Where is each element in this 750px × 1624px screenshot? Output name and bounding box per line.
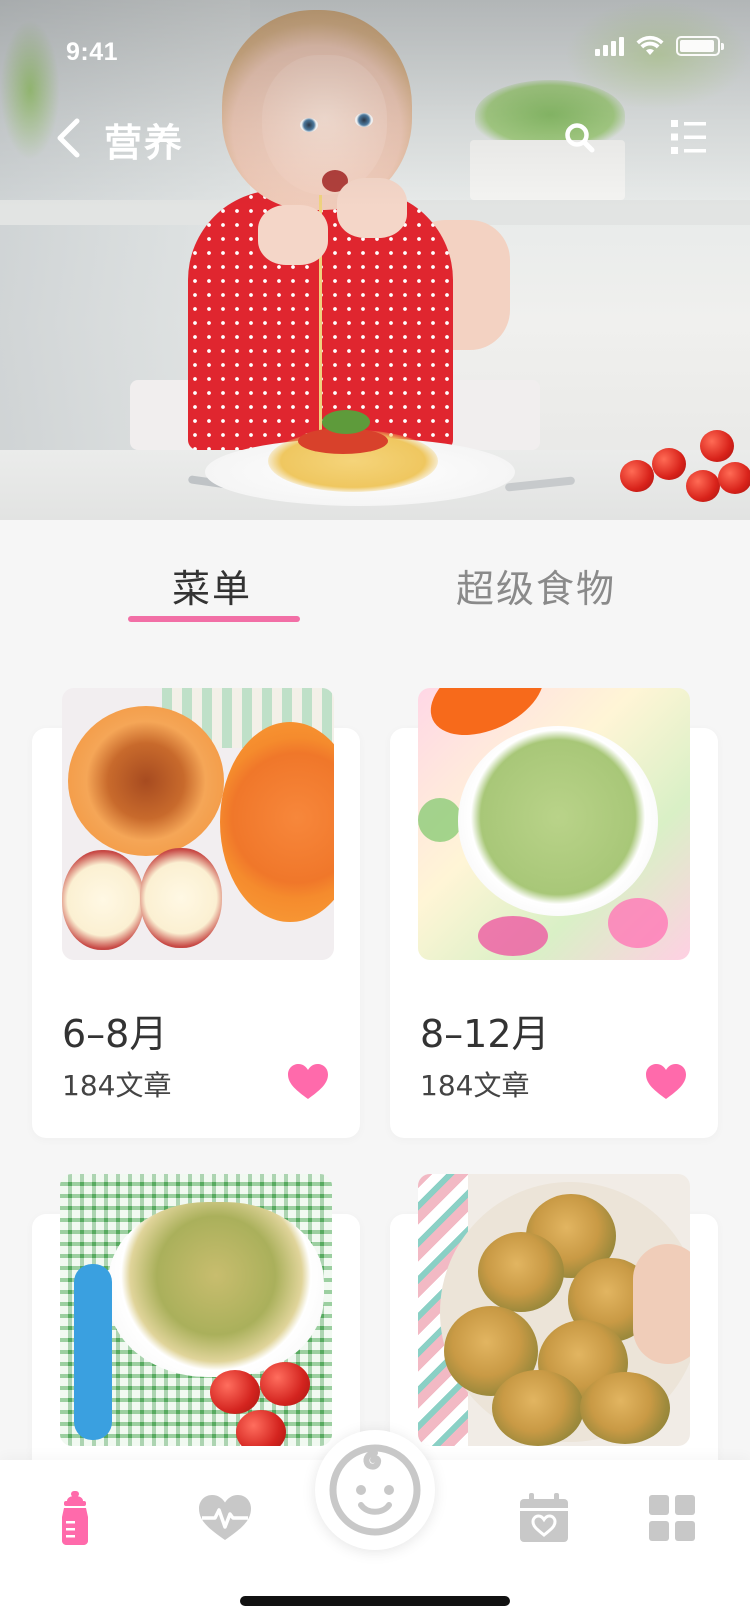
menu-button[interactable] (668, 116, 710, 158)
tab-nutrition[interactable] (45, 1488, 105, 1548)
card-photo (60, 1174, 332, 1446)
favorite-button[interactable] (644, 1062, 688, 1102)
signal-icon (595, 36, 624, 56)
tab-more[interactable] (642, 1488, 702, 1548)
card-photo (418, 688, 690, 960)
card-title: 8–12月 (420, 1012, 550, 1056)
card-article-count: 184文章 (420, 1069, 530, 1102)
baby-face-icon (329, 1444, 421, 1536)
search-icon (565, 123, 595, 153)
grid-icon (649, 1495, 695, 1541)
battery-icon (676, 36, 724, 56)
status-icons (595, 34, 724, 58)
chevron-left-icon (57, 118, 80, 158)
baby-bottle-icon (62, 1491, 88, 1545)
heart-pulse-icon (199, 1495, 251, 1540)
tab-indicator (128, 616, 300, 622)
card-title: 6–8月 (62, 1012, 168, 1056)
favorite-button[interactable] (286, 1062, 330, 1102)
tab-baby[interactable] (315, 1430, 435, 1550)
calendar-heart-icon (520, 1493, 568, 1542)
home-indicator (240, 1596, 510, 1606)
card-photo (418, 1174, 690, 1446)
search-button[interactable] (560, 118, 600, 158)
tab-menu[interactable]: 菜单 (172, 558, 252, 613)
status-time: 9:41 (66, 38, 119, 66)
card-article-count: 184文章 (62, 1069, 172, 1102)
card-photo (62, 688, 334, 960)
list-icon (671, 120, 706, 154)
wifi-icon (636, 35, 664, 55)
back-button[interactable] (48, 116, 88, 160)
hero-image (0, 0, 750, 520)
page-title: 营养 (104, 121, 185, 165)
heart-icon (646, 1064, 686, 1099)
tab-health[interactable] (195, 1488, 255, 1548)
tab-superfoods[interactable]: 超级食物 (456, 558, 616, 613)
tab-calendar[interactable] (514, 1488, 574, 1548)
heart-icon (288, 1064, 328, 1099)
